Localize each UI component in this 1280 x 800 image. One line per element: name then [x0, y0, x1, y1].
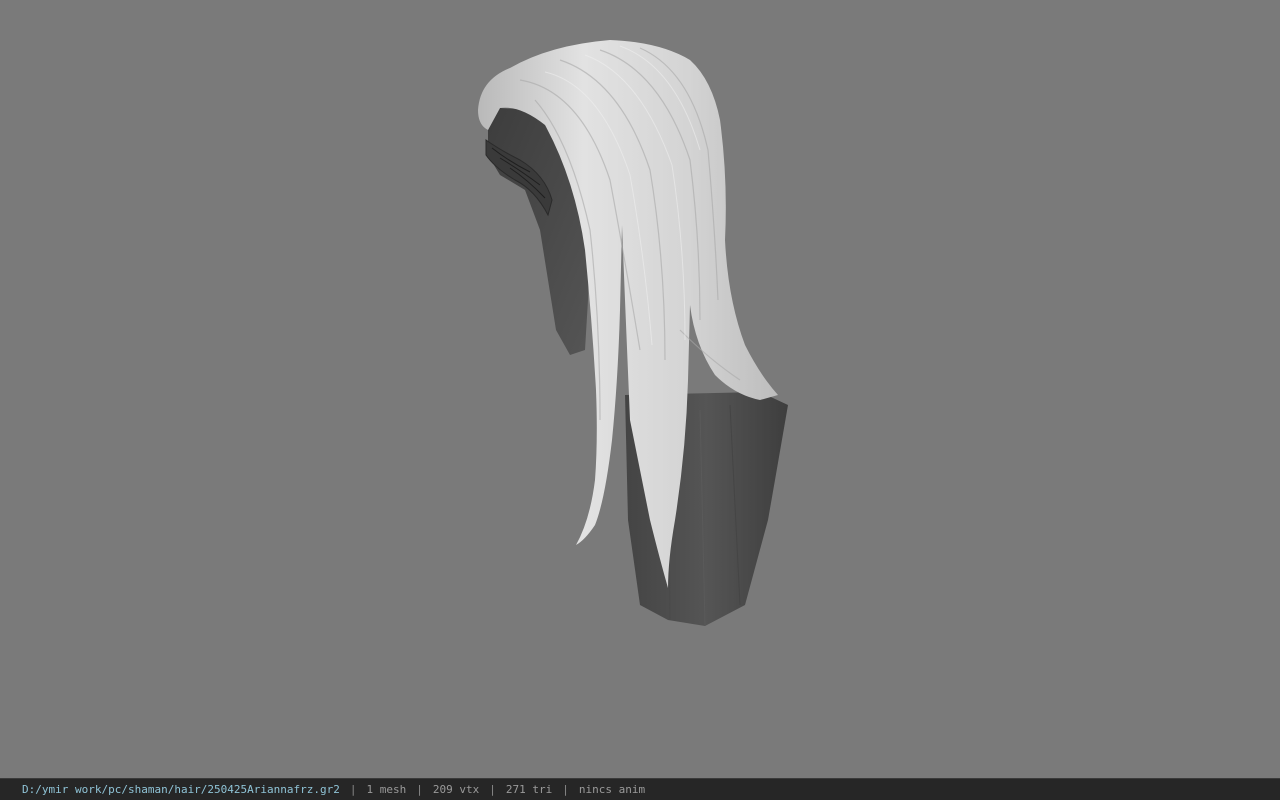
- status-separator: |: [489, 783, 496, 796]
- vertex-count-label: 209 vtx: [432, 783, 480, 796]
- triangle-count-label: 271 tri: [505, 783, 553, 796]
- status-separator: |: [562, 783, 569, 796]
- 3d-viewport[interactable]: [0, 0, 1280, 778]
- animation-status-label: nincs anim: [578, 783, 646, 796]
- hair-model: [478, 40, 788, 626]
- mesh-count-label: 1 mesh: [366, 783, 407, 796]
- status-separator: |: [416, 783, 423, 796]
- status-separator: |: [349, 783, 357, 796]
- status-bar: D:/ymir work/pc/shaman/hair/250425Ariann…: [0, 778, 1280, 800]
- file-path-label: D:/ymir work/pc/shaman/hair/250425Ariann…: [22, 783, 340, 796]
